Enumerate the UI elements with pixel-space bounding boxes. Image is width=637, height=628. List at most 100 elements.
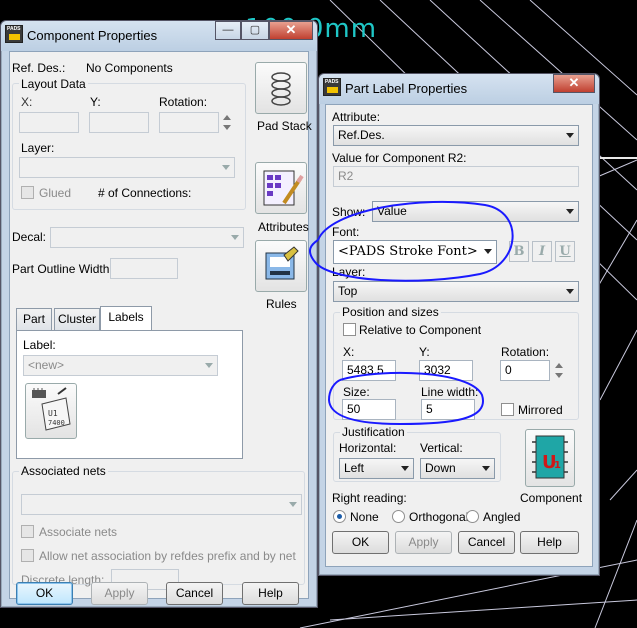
rules-label: Rules: [266, 297, 297, 311]
tab-cluster[interactable]: Cluster: [54, 308, 100, 330]
ok-button[interactable]: OK: [16, 582, 73, 605]
part-label-titlebar[interactable]: PADS Part Label Properties ✕: [319, 74, 599, 104]
underline-button[interactable]: U: [555, 241, 575, 262]
mirrored-checkbox[interactable]: [501, 403, 514, 416]
outline-width-label: Part Outline Width:: [12, 262, 113, 276]
svg-text:1: 1: [554, 460, 561, 471]
chevron-down-icon: [482, 466, 490, 471]
justification-group: Justification Horizontal: Vertical: Left…: [333, 425, 501, 482]
vertical-label: Vertical:: [420, 441, 463, 455]
associate-nets-checkbox[interactable]: [21, 525, 34, 538]
rules-button[interactable]: [255, 240, 307, 292]
attributes-icon: [263, 170, 304, 206]
line-width-label: Line width:: [421, 385, 479, 399]
rules-icon: [265, 246, 299, 280]
attribute-select[interactable]: Ref.Des.: [333, 125, 579, 146]
maximize-button[interactable]: ▢: [241, 21, 269, 40]
rotation-spinner[interactable]: [221, 112, 233, 133]
rotation-field[interactable]: [159, 112, 219, 133]
x-field[interactable]: [19, 112, 79, 133]
rotation-field[interactable]: 0: [500, 360, 550, 381]
svg-text:U1: U1: [48, 409, 58, 418]
font-select[interactable]: <PADS Stroke Font>: [333, 240, 497, 264]
help-button[interactable]: Help: [520, 531, 579, 554]
part-label-properties-window: PADS Part Label Properties ✕ Attribute: …: [318, 73, 600, 576]
associated-nets-select[interactable]: [21, 494, 302, 515]
show-label: Show:: [332, 205, 366, 219]
decal-select[interactable]: [50, 227, 244, 248]
close-button[interactable]: ✕: [553, 74, 595, 93]
apply-button[interactable]: Apply: [395, 531, 452, 554]
size-field[interactable]: 50: [342, 399, 396, 420]
horizontal-select-value: Left: [344, 461, 365, 475]
chevron-down-icon: [484, 249, 492, 254]
relative-checkbox[interactable]: [343, 323, 356, 336]
position-sizes-label: Position and sizes: [340, 305, 441, 319]
rr-angled-radio[interactable]: [466, 510, 479, 523]
label-placement-button[interactable]: U1 7400: [25, 383, 77, 439]
value-for-label: Value for Component R2:: [332, 151, 467, 165]
rotation-spinner[interactable]: [553, 360, 565, 381]
layer-select[interactable]: Top: [333, 281, 579, 302]
y-label: Y:: [419, 345, 430, 359]
y-field[interactable]: 3032: [419, 360, 473, 381]
pads-app-icon: PADS: [5, 25, 23, 43]
rotation-label: Rotation:: [501, 345, 550, 359]
rr-none-label: None: [350, 510, 379, 524]
rr-angled-label: Angled: [483, 510, 521, 524]
cancel-button[interactable]: Cancel: [458, 531, 515, 554]
refdes-label: Ref. Des.:: [12, 61, 66, 75]
rr-orthogonal-radio[interactable]: [392, 510, 405, 523]
x-field[interactable]: 5483.5: [342, 360, 396, 381]
pad-stack-icon: [271, 72, 291, 106]
chevron-down-icon: [289, 502, 297, 507]
horizontal-label: Horizontal:: [339, 441, 397, 455]
tab-labels[interactable]: Labels: [100, 306, 152, 330]
vertical-select[interactable]: Down: [420, 458, 495, 479]
attributes-label: Attributes: [258, 220, 309, 234]
help-button[interactable]: Help: [242, 582, 299, 605]
component-icon: U 1: [532, 435, 568, 479]
tab-part[interactable]: Part: [16, 308, 52, 330]
chevron-down-icon: [566, 289, 574, 294]
line-width-field[interactable]: 5: [421, 399, 475, 420]
position-sizes-group: Position and sizes Relative to Component…: [333, 305, 579, 420]
ok-button[interactable]: OK: [332, 531, 389, 554]
y-label: Y:: [90, 95, 101, 109]
bold-button[interactable]: B: [509, 241, 529, 262]
attributes-button[interactable]: [255, 162, 307, 214]
component-properties-titlebar[interactable]: PADS Component Properties — ▢ ✕: [1, 21, 317, 51]
allow-assoc-checkbox[interactable]: [21, 549, 34, 562]
show-select[interactable]: Value: [372, 201, 579, 222]
minimize-button[interactable]: —: [215, 21, 241, 40]
apply-button[interactable]: Apply: [91, 582, 148, 605]
layer-select[interactable]: [19, 157, 235, 178]
outline-width-field[interactable]: [110, 258, 178, 279]
cancel-button[interactable]: Cancel: [166, 582, 223, 605]
pad-stack-button[interactable]: [255, 62, 307, 114]
layer-select-value: Top: [338, 284, 358, 298]
label-select[interactable]: <new>: [23, 355, 218, 376]
layer-label: Layer:: [332, 265, 366, 279]
component-button[interactable]: U 1: [525, 429, 575, 487]
attribute-label: Attribute:: [332, 110, 381, 124]
associated-nets-label: Associated nets: [19, 464, 108, 478]
value-field[interactable]: R2: [333, 166, 579, 187]
glued-checkbox[interactable]: [21, 186, 34, 199]
chevron-down-icon: [231, 235, 239, 240]
attribute-select-value: Ref.Des.: [338, 128, 385, 142]
close-button[interactable]: ✕: [269, 21, 313, 40]
rr-none-radio[interactable]: [333, 510, 346, 523]
rotation-label: Rotation:: [159, 95, 208, 109]
y-field[interactable]: [89, 112, 149, 133]
window-title: Part Label Properties: [345, 81, 468, 96]
svg-text:7400: 7400: [48, 419, 65, 427]
horizontal-select[interactable]: Left: [339, 458, 414, 479]
refdes-value: No Components: [86, 61, 173, 75]
italic-button[interactable]: I: [532, 241, 552, 262]
layout-data-group: Layout Data X: Y: Rotation: Layer: Glued…: [12, 77, 246, 210]
component-label: Component: [520, 491, 583, 505]
font-select-value: <PADS Stroke Font>: [338, 244, 478, 259]
allow-assoc-label: Allow net association by refdes prefix a…: [39, 549, 296, 563]
associated-nets-group: Associated nets Associate nets Allow net…: [12, 464, 305, 590]
